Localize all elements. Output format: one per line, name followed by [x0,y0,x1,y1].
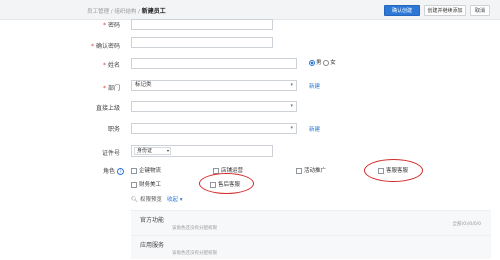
chevron-down-icon: ▾ [166,148,169,153]
chevron-down-icon: ▾ [290,125,293,131]
checkbox-box[interactable] [131,181,137,188]
help-icon[interactable]: ? [117,168,124,175]
top-bar: 员工管理 / 组织结构 / 新建员工 确认创建 创建并继续添加 取消 [0,0,500,20]
permission-preview-toggle[interactable]: 🔍︎ 权限预览 收起 ▾ [131,195,183,203]
gender-female-label: 女 [330,60,336,66]
required-mark: * [102,22,106,29]
department-label: * 部门 [102,85,120,92]
gender-male-label: 男 [316,60,322,66]
highlight-ellipse [199,173,254,194]
permission-name: 应用服务 [140,242,165,249]
position-select[interactable]: ▾ [131,123,297,134]
name-label: * 姓名 [102,62,120,69]
permission-table: 官方功能 该角色还没有分配权限 全部(0)/0/0/0 应用服务 该角色还没有分… [131,210,491,259]
role-checkbox[interactable]: 企键物流 [131,166,161,174]
chevron-down-icon: ▾ [290,103,293,109]
id-type-select[interactable]: 身份证 ▾ [134,147,171,155]
permission-desc: 该角色还没有分配权限 [172,226,217,231]
department-select[interactable]: 标记类 ▾ [131,80,297,91]
roles-label: 角色? [92,166,124,175]
highlight-ellipse [364,159,423,182]
page-title: 新建员工 [141,8,166,15]
position-label: 职务 [107,126,120,133]
collapse-link[interactable]: 收起 ▾ [167,197,183,203]
required-mark: * [90,43,94,50]
password-label: * 密码 [102,22,120,29]
cancel-button[interactable]: 取消 [470,5,490,16]
breadcrumb-parent[interactable]: 员工管理 / 组织结构 / [87,9,142,15]
role-checkbox[interactable]: 活动推广 [296,166,326,174]
confirm-create-button[interactable]: 确认创建 [384,5,420,16]
permission-row: 官方功能 该角色还没有分配权限 全部(0)/0/0/0 [131,211,491,235]
confirm-password-input[interactable] [131,37,273,48]
name-input[interactable] [131,58,297,69]
gender-male-radio[interactable] [309,59,315,66]
id-number-label: 证件号 [101,150,120,157]
permission-name: 官方功能 [140,217,165,224]
permission-row: 应用服务 该角色还没有分配权限 [131,236,491,260]
gender-female-radio[interactable] [323,59,330,66]
id-number-group: 身份证 ▾ [131,145,273,157]
required-mark: * [102,62,106,69]
gender-radio-group: 男 女 [309,58,336,66]
checkbox-box[interactable] [131,167,137,174]
role-checkbox[interactable]: 财务美工 [131,180,161,188]
breadcrumb: 员工管理 / 组织结构 / 新建员工 [87,6,166,15]
password-input[interactable] [131,19,273,30]
supervisor-select[interactable]: ▾ [131,101,297,112]
position-new-link[interactable]: 新建 [309,125,320,133]
id-number-input[interactable] [174,147,270,155]
confirm-password-label: * 确认密码 [90,43,120,50]
department-new-link[interactable]: 新建 [309,82,320,90]
id-type-value: 身份证 [137,148,153,154]
create-and-continue-button[interactable]: 创建并继续添加 [424,5,466,16]
checkbox-box[interactable] [296,167,302,174]
search-icon: 🔍︎ [131,197,138,203]
permission-summary: 全部(0)/0/0/0 [452,222,481,227]
department-value: 标记类 [135,82,152,88]
required-mark: * [102,85,106,92]
permission-desc: 该角色还没有分配权限 [172,251,217,256]
chevron-down-icon: ▾ [290,82,293,88]
supervisor-label: 直接上级 [95,105,120,112]
